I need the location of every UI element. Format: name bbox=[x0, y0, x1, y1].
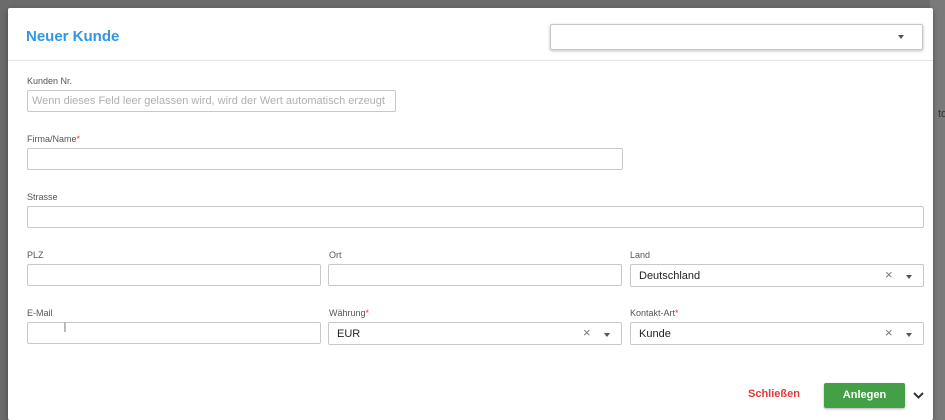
background-text: to bbox=[938, 108, 945, 120]
text-cursor-icon: I bbox=[63, 319, 67, 335]
plz-input[interactable] bbox=[27, 264, 321, 286]
dialog-title: Neuer Kunde bbox=[26, 28, 120, 45]
waehrung-select[interactable]: EUR × bbox=[328, 322, 622, 345]
email-label: E-Mail bbox=[27, 308, 53, 318]
clear-icon[interactable]: × bbox=[885, 268, 893, 282]
required-marker: * bbox=[76, 134, 81, 144]
kontakt-art-value: Kunde bbox=[639, 328, 671, 340]
land-select[interactable]: Deutschland × bbox=[630, 264, 924, 287]
caret-down-icon bbox=[898, 35, 904, 39]
top-select[interactable] bbox=[550, 24, 923, 50]
title-divider bbox=[8, 60, 933, 61]
firma-label: Firma/Name* bbox=[27, 134, 81, 144]
waehrung-label: Währung* bbox=[329, 308, 370, 318]
kunden-nr-label: Kunden Nr. bbox=[27, 76, 73, 86]
kontakt-art-select[interactable]: Kunde × bbox=[630, 322, 924, 345]
create-button[interactable]: Anlegen bbox=[824, 383, 905, 408]
waehrung-value: EUR bbox=[337, 328, 361, 340]
email-input[interactable] bbox=[27, 322, 321, 344]
clear-icon[interactable]: × bbox=[583, 326, 591, 340]
kontakt-art-label: Kontakt-Art* bbox=[630, 308, 679, 318]
new-customer-dialog: Neuer Kunde Kunden Nr. Firma/Name* Stras… bbox=[8, 8, 933, 420]
caret-down-icon bbox=[906, 333, 912, 337]
firma-input[interactable] bbox=[27, 148, 623, 170]
ort-label: Ort bbox=[329, 250, 342, 260]
kunden-nr-input[interactable] bbox=[27, 90, 396, 112]
clear-icon[interactable]: × bbox=[885, 326, 893, 340]
land-label: Land bbox=[630, 250, 651, 260]
close-button[interactable]: Schließen bbox=[748, 388, 800, 400]
caret-down-icon bbox=[906, 275, 912, 279]
plz-label: PLZ bbox=[27, 250, 44, 260]
strasse-label: Strasse bbox=[27, 192, 58, 202]
strasse-input[interactable] bbox=[27, 206, 924, 228]
chevron-down-icon[interactable] bbox=[912, 389, 925, 402]
ort-input[interactable] bbox=[328, 264, 622, 286]
required-marker: * bbox=[675, 308, 679, 318]
required-marker: * bbox=[365, 308, 370, 318]
caret-down-icon bbox=[604, 333, 610, 337]
land-value: Deutschland bbox=[639, 270, 701, 282]
